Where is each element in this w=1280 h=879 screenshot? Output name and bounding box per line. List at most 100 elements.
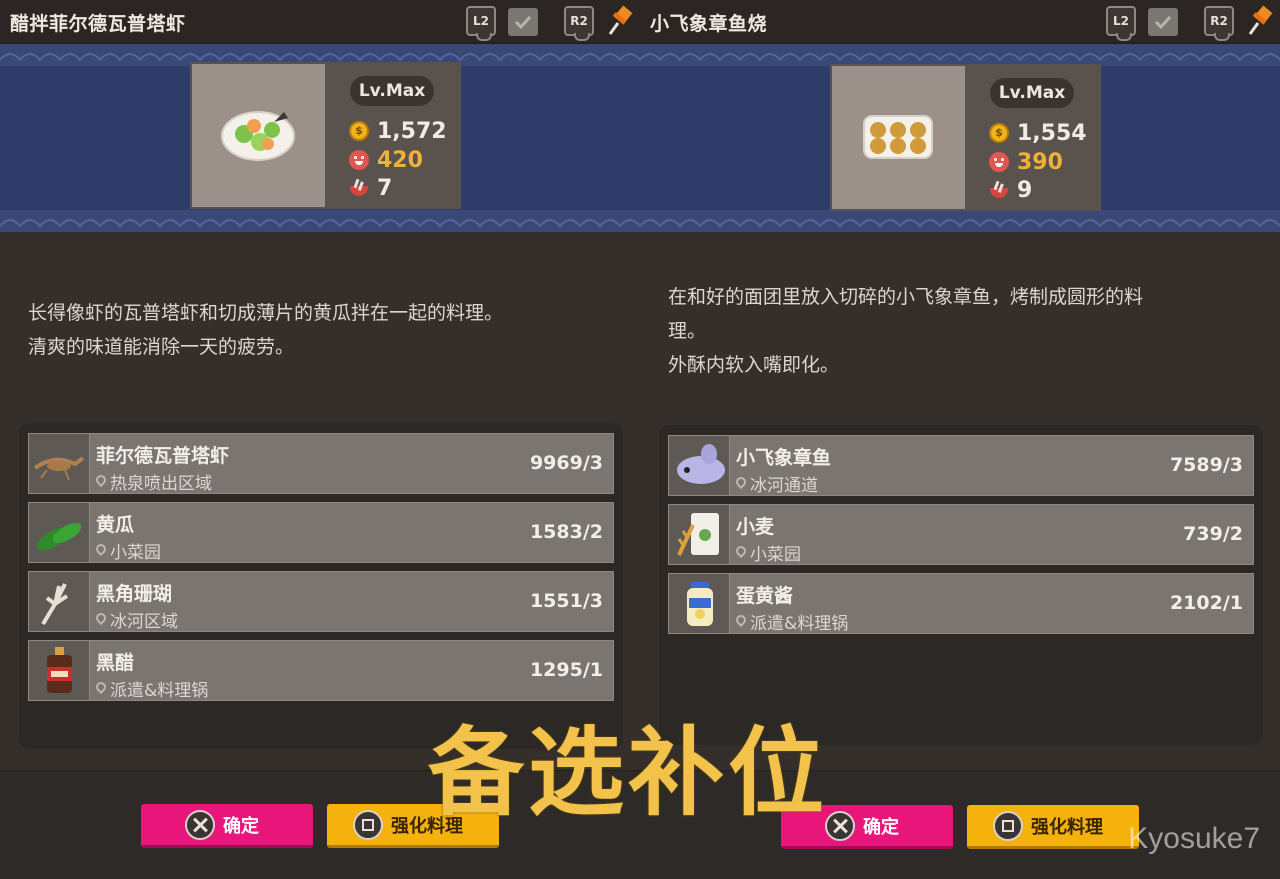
description-line: 外酥内软入嘴即化。 [668,354,840,376]
servings-value: 9 [1017,177,1033,203]
happiness-row: 390 [989,149,1063,175]
location-text: 派遣&料理锅 [750,614,849,634]
ingredient-count: 1295/1 [529,659,603,681]
ingredient-location: 冰河通道 [736,471,818,496]
ingredient-location: 小菜园 [96,538,161,563]
dish-description: 在和好的面团里放入切碎的小飞象章鱼，烤制成圆形的料 理。 外酥内软入嘴即化。 [668,280,1228,382]
square-button-icon [353,809,383,840]
l2-button[interactable]: L2 [1106,6,1136,41]
enhance-dish-button[interactable]: 强化料理 [967,805,1139,849]
ingredient-location: 热泉喷出区域 [96,469,212,494]
ingredient-count: 1551/3 [529,590,603,612]
overlay-caption: 备选补位 [428,717,828,829]
top-bar: 小飞象章鱼烧 L2 R2 [640,0,1280,44]
r2-button[interactable]: R2 [1204,6,1234,41]
vinegar-bottle-icon [47,647,72,693]
level-badge: Lv.Max [350,76,434,106]
takoyaki-tray-icon [863,115,933,159]
watermark: Kyosuke7 [1128,822,1260,855]
price-row: $ 1,572 [349,118,447,144]
mayonnaise-icon [687,582,713,626]
wave-pattern-top [640,44,1280,66]
cross-button-icon [185,809,215,840]
coin-icon: $ [989,123,1009,143]
ingredient-count: 2102/1 [1169,592,1243,614]
top-bar: 醋拌菲尔德瓦普塔虾 L2 R2 [0,0,640,44]
ingredient-row[interactable]: 小麦 小菜园 739/2 [668,504,1254,565]
ingredient-thumb [29,641,90,700]
coin-icon: $ [349,121,369,141]
ingredient-name: 小麦 [736,516,775,538]
shrimp-cucumber-salad-icon [221,111,295,161]
ingredient-count: 739/2 [1183,523,1243,545]
location-pin-icon [736,477,746,491]
ingredient-row[interactable]: 菲尔德瓦普塔虾 热泉喷出区域 9969/3 [28,433,614,494]
cross-button-icon [825,810,855,841]
price-value: 1,572 [377,118,447,144]
ingredient-count: 1583/2 [529,521,603,543]
wheat-flour-icon [677,513,719,556]
ingredient-count: 7589/3 [1169,454,1243,476]
ingredient-row[interactable]: 黑角珊瑚 冰河区域 1551/3 [28,571,614,632]
ingredient-location: 小菜园 [736,540,801,565]
dish-stats: Lv.Max $ 1,554 390 9 [965,66,1099,209]
square-button-icon [993,810,1023,841]
level-badge: Lv.Max [990,78,1074,108]
location-text: 小菜园 [110,543,161,563]
l2-button[interactable]: L2 [466,6,496,41]
dish-stats: Lv.Max $ 1,572 420 7 [325,64,459,207]
location-pin-icon [736,615,746,629]
ingredient-thumb [29,572,90,631]
ingredient-row[interactable]: 蛋黄酱 派遣&料理锅 2102/1 [668,573,1254,634]
dish-banner: Lv.Max $ 1,554 390 9 [640,44,1280,232]
ingredient-thumb [669,505,730,564]
r2-button[interactable]: R2 [564,6,594,41]
cucumber-icon [36,522,82,551]
ingredient-row[interactable]: 黄瓜 小菜园 1583/2 [28,502,614,563]
dish-title: 小飞象章鱼烧 [650,13,768,35]
wave-pattern-bottom [0,210,640,232]
confirm-button[interactable]: 确定 [141,804,313,848]
dish-description: 长得像虾的瓦普塔虾和切成薄片的黄瓜拌在一起的料理。 清爽的味道能消除一天的疲劳。 [28,296,618,364]
ingredient-name: 菲尔德瓦普塔虾 [96,445,230,467]
pin-icon[interactable] [1244,4,1276,38]
coral-icon [41,583,69,626]
ingredient-thumb [669,436,730,495]
ingredient-thumb [29,503,90,562]
location-pin-icon [96,544,106,558]
ingredient-row[interactable]: 黑醋 派遣&料理锅 1295/1 [28,640,614,701]
confirm-label: 确定 [223,815,259,837]
shrimp-icon [33,456,85,481]
dish-image-frame [192,64,325,207]
happiness-row: 420 [349,147,423,173]
dumbo-octopus-icon [677,444,725,484]
ingredient-location: 派遣&料理锅 [736,609,848,634]
location-pin-icon [96,682,106,696]
location-text: 小菜园 [750,545,801,565]
location-text: 冰河通道 [750,476,818,496]
dish-card: Lv.Max $ 1,554 390 9 [830,64,1101,211]
confirm-label: 确定 [863,816,899,838]
bowl-icon [349,179,369,197]
enhance-label: 强化料理 [1031,816,1103,838]
pin-icon[interactable] [604,4,636,38]
checkbox-icon[interactable] [1148,8,1178,36]
location-pin-icon [736,546,746,560]
happiness-icon [349,150,369,170]
servings-row: 7 [349,175,392,201]
price-value: 1,554 [1017,120,1087,146]
description-line: 长得像虾的瓦普塔虾和切成薄片的黄瓜拌在一起的料理。 [28,302,504,324]
dish-banner: Lv.Max $ 1,572 420 7 [0,44,640,232]
ingredient-row[interactable]: 小飞象章鱼 冰河通道 7589/3 [668,435,1254,496]
ingredient-count: 9969/3 [529,452,603,474]
ingredient-thumb [669,574,730,633]
ingredient-location: 派遣&料理锅 [96,676,208,701]
servings-value: 7 [377,175,393,201]
checkbox-icon[interactable] [508,8,538,36]
location-text: 派遣&料理锅 [110,681,209,701]
happiness-value: 420 [377,147,423,173]
happiness-icon [989,152,1009,172]
location-text: 冰河区域 [110,612,178,632]
description-line: 理。 [668,320,707,342]
location-pin-icon [96,475,106,489]
